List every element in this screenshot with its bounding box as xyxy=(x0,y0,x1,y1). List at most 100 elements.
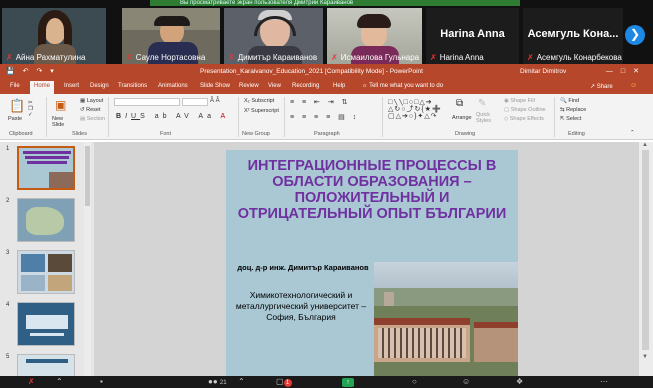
new-slide-button[interactable]: New Slide xyxy=(52,116,76,128)
mic-muted-icon[interactable]: ✗ xyxy=(28,377,35,386)
select-button[interactable]: ⇱ Select xyxy=(560,116,581,122)
share-screen-button[interactable]: ↑ xyxy=(342,377,354,387)
participant-tile[interactable]: ✗ Исмаилова Гульнара xyxy=(327,8,422,64)
quick-styles-icon[interactable]: ✎ xyxy=(478,98,486,109)
thumbnail-slide-5[interactable] xyxy=(17,354,75,376)
thumbnails-scrollbar[interactable] xyxy=(84,142,91,376)
participant-large-name: Асемгуль Кона... xyxy=(527,28,619,40)
tab-insert[interactable]: Insert xyxy=(64,83,79,89)
participant-name: Айна Рахматулина xyxy=(15,53,86,62)
tell-me-search[interactable]: ☼ Tell me what you want to do xyxy=(362,83,443,89)
shape-fill-button[interactable]: ◉ Shape Fill xyxy=(504,98,535,104)
shape-effects-button[interactable]: ◇ Shape Effects xyxy=(504,116,544,122)
clipboard-small-icons[interactable]: ✂ ❐ ✓ xyxy=(28,100,34,118)
participant-tile[interactable]: Асемгуль Кона... ✗ Асемгуль Конарбекова xyxy=(523,8,623,64)
screen: Вы просматриваете экран пользователя Дми… xyxy=(0,0,653,388)
collapse-ribbon-icon[interactable]: ⌃ xyxy=(630,130,635,136)
find-button[interactable]: 🔍 Find xyxy=(560,98,579,104)
reset-button[interactable]: ↺ Reset xyxy=(80,107,101,113)
smiley-feedback-icon[interactable]: ☺ xyxy=(630,82,637,89)
tab-slide-show[interactable]: Slide Show xyxy=(200,83,230,89)
ribbon-separator xyxy=(108,97,109,137)
slide-scrollbar[interactable]: ▲ ▼ xyxy=(639,142,653,376)
arrange-button[interactable]: Arrange xyxy=(452,115,472,121)
reactions-icon[interactable]: ☺ xyxy=(462,377,470,386)
share-screen-icon: ↑ xyxy=(342,378,354,387)
window-title: Presentation_Karaivanov_Education_2021 [… xyxy=(200,68,423,75)
group-clipboard: Clipboard xyxy=(9,131,33,137)
slide-author[interactable]: доц. д-р инж. Димитър Караиванов xyxy=(230,263,376,272)
thumbnail-image xyxy=(21,254,45,272)
participant-name: Асемгуль Конарбекова xyxy=(536,53,622,62)
participant-tile[interactable]: ✗ Айна Рахматулина xyxy=(2,8,106,64)
subscript-button[interactable]: X₂ Subscript xyxy=(244,98,274,104)
shapes-gallery[interactable]: □╲╲□○□△➔ △↻○⤴↻{★➕ ▢△➔○}✦△↷ xyxy=(388,99,450,127)
thumbnail-slide-2[interactable] xyxy=(17,198,75,242)
chevron-up-icon[interactable]: ⌃ xyxy=(56,377,63,386)
group-new-group: New Group xyxy=(242,131,270,137)
section-button[interactable]: ▤ Section xyxy=(80,116,105,122)
apps-icon[interactable]: ❖ xyxy=(516,377,523,386)
participants-button[interactable]: ●● 21 xyxy=(208,377,227,386)
university-photo[interactable] xyxy=(374,262,518,376)
group-editing: Editing xyxy=(568,131,585,137)
paste-icon[interactable]: 📋 xyxy=(9,98,25,114)
more-icon[interactable]: ⋯ xyxy=(600,377,608,386)
font-size-grow-shrink[interactable]: Â Ǎ xyxy=(210,98,220,104)
quick-styles-button[interactable]: Quick Styles xyxy=(476,112,500,124)
scroll-down-icon[interactable]: ▼ xyxy=(642,354,648,360)
chevron-up-icon[interactable]: ⌃ xyxy=(238,377,245,386)
scrollbar-thumb[interactable] xyxy=(85,146,90,206)
record-icon[interactable]: ○ xyxy=(412,377,417,386)
chat-button[interactable]: ▢ 1 xyxy=(276,377,292,387)
thumbnail-slide-3[interactable] xyxy=(17,250,75,294)
share-button[interactable]: ↗ Share xyxy=(590,83,613,90)
thumbnail-title-line xyxy=(25,156,69,159)
tab-recording[interactable]: Recording xyxy=(292,83,319,89)
tab-review[interactable]: Review xyxy=(239,83,259,89)
thumbnail-slide-4[interactable] xyxy=(17,302,75,346)
thumbnail-number: 1 xyxy=(6,146,10,152)
font-size-select[interactable] xyxy=(182,98,208,106)
photo-windows xyxy=(378,328,466,358)
subscript-label: Subscript xyxy=(251,98,275,104)
tab-transitions[interactable]: Transitions xyxy=(118,83,147,89)
tab-view[interactable]: View xyxy=(268,83,281,89)
slide-institution[interactable]: Химикотехнологический и металлургический… xyxy=(232,290,370,323)
thumbnail-slide-1[interactable] xyxy=(17,146,75,190)
mic-muted-icon: ✗ xyxy=(527,53,534,62)
replace-button[interactable]: ⇆ Replace xyxy=(560,107,586,113)
quick-access-toolbar[interactable]: 💾 ↶ ↷ ▾ xyxy=(6,67,57,75)
window-controls[interactable]: —□✕ xyxy=(606,67,647,75)
tab-file[interactable]: File xyxy=(10,83,20,89)
participant-tile[interactable]: ✗ Димитър Караиванов xyxy=(224,8,323,64)
participant-tile[interactable]: ✗ Сауле Нортасовна xyxy=(122,8,220,64)
layout-label: Layout xyxy=(86,98,104,104)
next-page-button[interactable]: ❯ xyxy=(625,25,645,45)
tab-animations[interactable]: Animations xyxy=(158,83,188,89)
thumbnail-text-block xyxy=(26,315,68,329)
new-slide-icon[interactable]: ▣ xyxy=(55,98,66,112)
shape-outline-button[interactable]: ▢ Shape Outline xyxy=(504,107,546,113)
participant-tile[interactable]: Harina Anna ✗ Harina Anna xyxy=(426,8,519,64)
tab-home[interactable]: Home xyxy=(30,81,55,94)
font-format-buttons[interactable]: BIUS ab AV Aa A xyxy=(116,113,229,120)
scrollbar-thumb[interactable] xyxy=(642,150,649,350)
powerpoint-window: 💾 ↶ ↷ ▾ Presentation_Karaivanov_Educatio… xyxy=(0,64,653,376)
alignment-buttons[interactable]: ≡ ≡ ≡ ≡ ▤ ↕ xyxy=(290,113,359,121)
tab-design[interactable]: Design xyxy=(90,83,109,89)
mic-muted-icon: ✗ xyxy=(228,53,235,62)
scroll-up-icon[interactable]: ▲ xyxy=(642,142,648,148)
paste-button[interactable]: Paste xyxy=(8,116,22,122)
font-name-select[interactable] xyxy=(114,98,180,106)
user-name[interactable]: Dimitar Dimitrov xyxy=(520,68,566,75)
arrange-icon[interactable]: ⧉ xyxy=(456,98,463,109)
superscript-button[interactable]: X² Superscript xyxy=(244,108,279,114)
slide-title[interactable]: ИНТЕГРАЦИОННЫЕ ПРОЦЕССЫ В ОБЛАСТИ ОБРАЗО… xyxy=(230,158,514,222)
participant-large-name: Harina Anna xyxy=(440,28,505,40)
list-buttons[interactable]: ≡ ≡ ⇤ ⇥ ⇅ xyxy=(290,98,351,106)
video-icon[interactable]: ▪ xyxy=(100,377,103,386)
tab-help[interactable]: Help xyxy=(333,83,345,89)
current-slide[interactable]: ИНТЕГРАЦИОННЫЕ ПРОЦЕССЫ В ОБЛАСТИ ОБРАЗО… xyxy=(226,150,518,376)
layout-button[interactable]: ▦ Layout xyxy=(80,98,103,104)
